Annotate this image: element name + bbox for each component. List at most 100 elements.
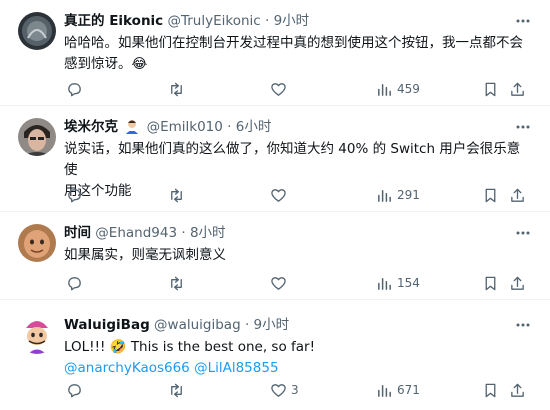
heart-icon (271, 82, 286, 96)
display-name[interactable]: WaluigiBag (64, 317, 150, 333)
like-button[interactable] (270, 186, 291, 204)
avatar-image (18, 224, 56, 262)
bookmark-icon (485, 188, 496, 202)
like-button[interactable] (270, 274, 291, 292)
user-handle[interactable]: @TrulyEikonic (167, 13, 260, 29)
avatar[interactable] (18, 118, 56, 156)
views-chart-icon (378, 277, 391, 290)
retweet-button[interactable] (168, 381, 189, 399)
avatar-image (18, 118, 56, 156)
tweet-text: LOL!!! 🤣 This is the best one, so far! @… (64, 337, 524, 379)
avatar[interactable] (18, 316, 56, 354)
retweet-icon (171, 276, 182, 290)
heart-icon (271, 188, 286, 202)
display-name[interactable]: 时间 (64, 225, 91, 241)
reply-button[interactable] (66, 80, 87, 98)
view-count: 671 (397, 383, 420, 397)
tweet[interactable]: WaluigiBag @waluigibag · 9小时 LOL!!! 🤣 Th… (0, 300, 550, 410)
retweet-button[interactable] (168, 80, 189, 98)
views-chart-icon (378, 384, 391, 397)
views-chart-icon (378, 189, 391, 202)
more-dots-icon[interactable] (514, 316, 532, 334)
tweet-header: WaluigiBag @waluigibag · 9小时 (64, 317, 290, 333)
tweet-text: 如果属实，则毫无讽刺意义 (64, 245, 524, 266)
display-name[interactable]: 埃米尔克 (64, 119, 118, 135)
more-dots-icon[interactable] (514, 118, 532, 136)
tweet-header: 埃米尔克 @Emilk010 · 6小时 (64, 119, 272, 135)
more-dots-icon[interactable] (514, 12, 532, 30)
timestamp[interactable]: 9小时 (274, 13, 310, 29)
mention-link[interactable]: @anarchyKaos666 (64, 360, 190, 376)
heart-icon (271, 383, 286, 397)
avatar-image (18, 12, 56, 50)
retweet-icon (171, 383, 182, 397)
bookmark-button[interactable] (482, 80, 499, 98)
person-emoji-icon (126, 120, 139, 134)
bookmark-button[interactable] (482, 274, 499, 292)
reply-button[interactable] (66, 381, 87, 399)
view-count: 459 (397, 82, 420, 96)
tweet-text-line: 哈哈哈。如果他们在控制台开发过程中真的想到使用这个按钮，我一点都不会 (64, 35, 523, 51)
bookmark-icon (485, 383, 496, 397)
bookmark-icon (485, 276, 496, 290)
tweet-header: 真正的 Eikonic @TrulyEikonic · 9小时 (64, 13, 310, 29)
share-icon (511, 276, 524, 290)
heart-icon (271, 276, 286, 290)
bookmark-button[interactable] (482, 381, 499, 399)
share-button[interactable] (509, 381, 526, 399)
tweet[interactable]: 埃米尔克 @Emilk010 · 6小时 说实话，如果他们真的这么做了，你知道大… (0, 106, 550, 212)
views-chart-icon (378, 83, 391, 96)
retweet-button[interactable] (168, 186, 189, 204)
like-button[interactable]: 3 (270, 381, 299, 399)
tweet-text-line: 感到惊讶。😂 (64, 56, 148, 72)
views-button[interactable]: 671 (376, 381, 420, 399)
timestamp[interactable]: 6小时 (236, 119, 272, 135)
action-bar: 291 (64, 186, 534, 204)
reply-button[interactable] (66, 186, 87, 204)
tweet-text-line: LOL!!! 🤣 This is the best one, so far! (64, 339, 315, 355)
view-count: 291 (397, 188, 420, 202)
views-button[interactable]: 291 (376, 186, 420, 204)
mention-line: @anarchyKaos666 @LilAl85855 (64, 358, 524, 379)
view-count: 154 (397, 276, 420, 290)
share-button[interactable] (509, 80, 526, 98)
retweet-icon (171, 188, 182, 202)
views-button[interactable]: 154 (376, 274, 420, 292)
tweet-text-line: 说实话，如果他们真的这么做了，你知道大约 40% 的 Switch 用户会很乐意… (64, 141, 521, 178)
reply-icon (68, 188, 81, 202)
action-bar: 154 (64, 274, 534, 292)
reply-icon (68, 82, 81, 96)
reply-icon (68, 276, 81, 290)
reply-icon (68, 383, 81, 397)
tweet-text-line: 如果属实，则毫无讽刺意义 (64, 247, 226, 263)
bookmark-button[interactable] (482, 186, 499, 204)
reply-button[interactable] (66, 274, 87, 292)
tweet-text: 哈哈哈。如果他们在控制台开发过程中真的想到使用这个按钮，我一点都不会 感到惊讶。… (64, 33, 524, 75)
avatar[interactable] (18, 224, 56, 262)
retweet-button[interactable] (168, 274, 189, 292)
user-handle[interactable]: @Ehand943 (95, 225, 177, 241)
more-dots-icon[interactable] (514, 224, 532, 242)
tweet[interactable]: 真正的 Eikonic @TrulyEikonic · 9小时 哈哈哈。如果他们… (0, 0, 550, 106)
timestamp[interactable]: 8小时 (190, 225, 226, 241)
like-button[interactable] (270, 80, 291, 98)
share-icon (511, 383, 524, 397)
share-icon (511, 82, 524, 96)
views-button[interactable]: 459 (376, 80, 420, 98)
user-handle[interactable]: @waluigibag (154, 317, 241, 333)
mention-link[interactable]: @LilAl85855 (194, 360, 278, 376)
avatar-image (18, 316, 56, 354)
action-bar: 3 671 (64, 381, 534, 399)
avatar[interactable] (18, 12, 56, 50)
share-button[interactable] (509, 274, 526, 292)
action-bar: 459 (64, 80, 534, 98)
bookmark-icon (485, 82, 496, 96)
share-icon (511, 188, 524, 202)
tweet[interactable]: 时间 @Ehand943 · 8小时 如果属实，则毫无讽刺意义 154 (0, 212, 550, 300)
user-handle[interactable]: @Emilk010 (147, 119, 223, 135)
display-name[interactable]: 真正的 Eikonic (64, 13, 163, 29)
timestamp[interactable]: 9小时 (254, 317, 290, 333)
share-button[interactable] (509, 186, 526, 204)
tweet-header: 时间 @Ehand943 · 8小时 (64, 225, 226, 241)
like-count: 3 (291, 383, 299, 397)
